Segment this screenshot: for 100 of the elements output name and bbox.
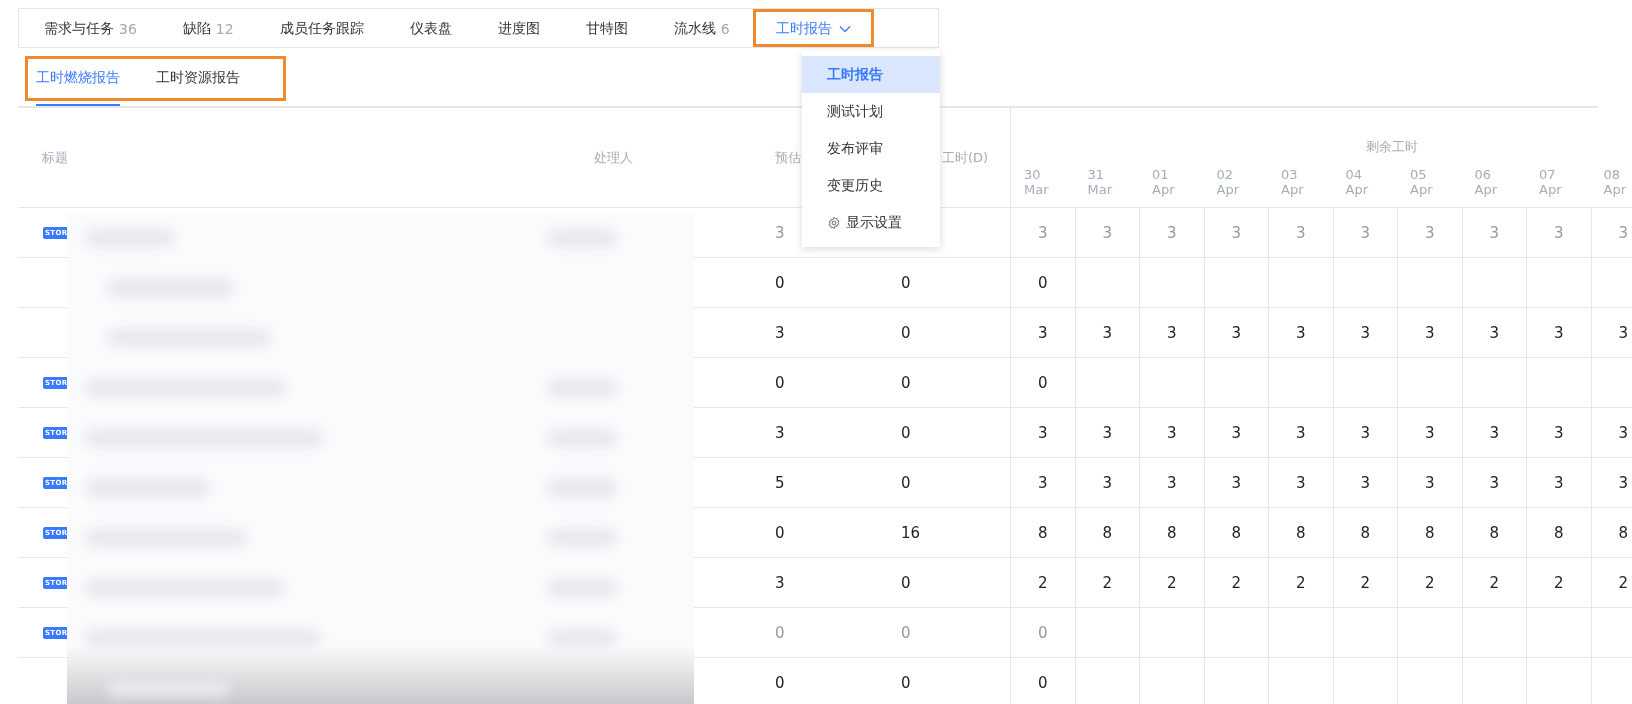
menu-item[interactable]: 显示设置	[802, 204, 940, 241]
table-cell: 0	[901, 273, 911, 292]
table-cell: 3	[1010, 208, 1075, 258]
table-cell	[1397, 258, 1462, 308]
date-month: Apr	[1345, 181, 1369, 197]
table-cell: 3	[1526, 458, 1591, 508]
table-cell: 3	[1590, 458, 1632, 508]
table-cell: 8	[1332, 508, 1397, 558]
date-month: Apr	[1603, 181, 1627, 197]
table-cell: 3	[1526, 408, 1591, 458]
table-cell: 3	[1461, 208, 1526, 258]
table-cell	[1203, 608, 1268, 658]
table-cell: 0	[1010, 258, 1075, 308]
table-cell: 3	[1139, 458, 1204, 508]
tab[interactable]: 工时报告	[752, 9, 874, 47]
table-cell: 3	[1268, 458, 1333, 508]
table-cell: 0	[1010, 608, 1075, 658]
table-cell: 0	[901, 673, 911, 692]
table-cell	[1203, 358, 1268, 408]
table-cell: 3	[1074, 208, 1139, 258]
table-cell: 3	[1010, 308, 1075, 358]
table-cell: 0	[901, 423, 911, 442]
table-cell: 2	[1268, 558, 1333, 608]
table-cell: 3	[1397, 208, 1462, 258]
table-cell: 3	[1139, 308, 1204, 358]
table-cell	[1526, 358, 1591, 408]
tab[interactable]: 成员任务跟踪	[256, 9, 387, 47]
table-cell: 0	[901, 623, 911, 642]
table-cell	[1268, 258, 1333, 308]
date-day: 31	[1087, 166, 1139, 182]
table-cell	[1074, 608, 1139, 658]
column-header: 处理人	[594, 148, 633, 167]
table-cell: 3	[1461, 458, 1526, 508]
tab-count: 12	[215, 21, 234, 37]
table-cell: 5	[775, 473, 785, 492]
table-cell	[1139, 608, 1204, 658]
date-day: 04	[1345, 166, 1397, 182]
subtab[interactable]: 工时资源报告	[156, 48, 240, 106]
tab[interactable]: 进度图	[474, 9, 563, 47]
table-cell: 3	[1203, 458, 1268, 508]
table-cell: 2	[1461, 558, 1526, 608]
table-cell: 2	[1397, 558, 1462, 608]
caret-icon	[838, 25, 851, 33]
subtab[interactable]: 工时燃烧报告	[36, 48, 120, 106]
table-cell: 0	[1010, 358, 1075, 408]
table-cell: 8	[1461, 508, 1526, 558]
table-cell: 3	[1203, 208, 1268, 258]
table-cell: 3	[1526, 308, 1591, 358]
table-cell	[1139, 358, 1204, 408]
table-cell: 3	[1268, 408, 1333, 458]
table-cell: 3	[1074, 408, 1139, 458]
table-cell: 3	[775, 423, 785, 442]
table-cell	[1397, 358, 1462, 408]
table-cell: 2	[1010, 558, 1075, 608]
table-cell: 3	[1074, 458, 1139, 508]
table-cell: 3	[1526, 208, 1591, 258]
table-cell: 3	[1203, 408, 1268, 458]
column-header: 标题	[42, 148, 68, 167]
table-cell	[1332, 358, 1397, 408]
date-month: Apr	[1474, 181, 1498, 197]
table-cell: 3	[1268, 208, 1333, 258]
date-month: Mar	[1024, 181, 1050, 197]
table-cell: 2	[1139, 558, 1204, 608]
table-cell: 0	[775, 523, 785, 542]
table-cell: 3	[1332, 408, 1397, 458]
table-cell: 3	[1461, 408, 1526, 458]
table-cell: 3	[1268, 308, 1333, 358]
tab[interactable]: 甘特图	[562, 9, 651, 47]
tab[interactable]: 需求与任务 36	[21, 9, 160, 47]
table-cell: 16	[901, 523, 921, 542]
table-cell: 8	[1590, 508, 1632, 558]
menu-item[interactable]: 变更历史	[802, 167, 940, 204]
table-cell: 2	[1526, 558, 1591, 608]
date-month: Apr	[1539, 181, 1563, 197]
settings-icon	[827, 215, 841, 230]
table-cell	[1461, 608, 1526, 658]
table-cell: 2	[1074, 558, 1139, 608]
date-day: 02	[1216, 166, 1268, 182]
column-group-header: 剩余工时	[1366, 138, 1418, 156]
tab-count: 36	[119, 21, 137, 37]
table-cell: 8	[1074, 508, 1139, 558]
menu-item[interactable]: 发布评审	[802, 130, 940, 167]
table-cell: 2	[1332, 558, 1397, 608]
date-day: 06	[1474, 166, 1526, 182]
tab[interactable]: 仪表盘	[386, 9, 475, 47]
tab[interactable]: 流水线 6	[650, 9, 753, 47]
table-cell: 3	[775, 223, 785, 242]
date-day: 03	[1281, 166, 1333, 182]
table-cell: 3	[1010, 408, 1075, 458]
column-header: 工时(D)	[942, 148, 989, 167]
table-cell: 3	[1332, 208, 1397, 258]
table-cell: 3	[775, 573, 785, 592]
table-cell: 3	[1074, 308, 1139, 358]
date-month: Apr	[1281, 181, 1305, 197]
table-cell	[1203, 258, 1268, 308]
table-cell: 0	[901, 373, 911, 392]
table-cell	[1461, 358, 1526, 408]
table-cell: 3	[1332, 308, 1397, 358]
menu-item[interactable]: 测试计划	[802, 93, 940, 130]
tab[interactable]: 缺陷 12	[159, 9, 257, 47]
